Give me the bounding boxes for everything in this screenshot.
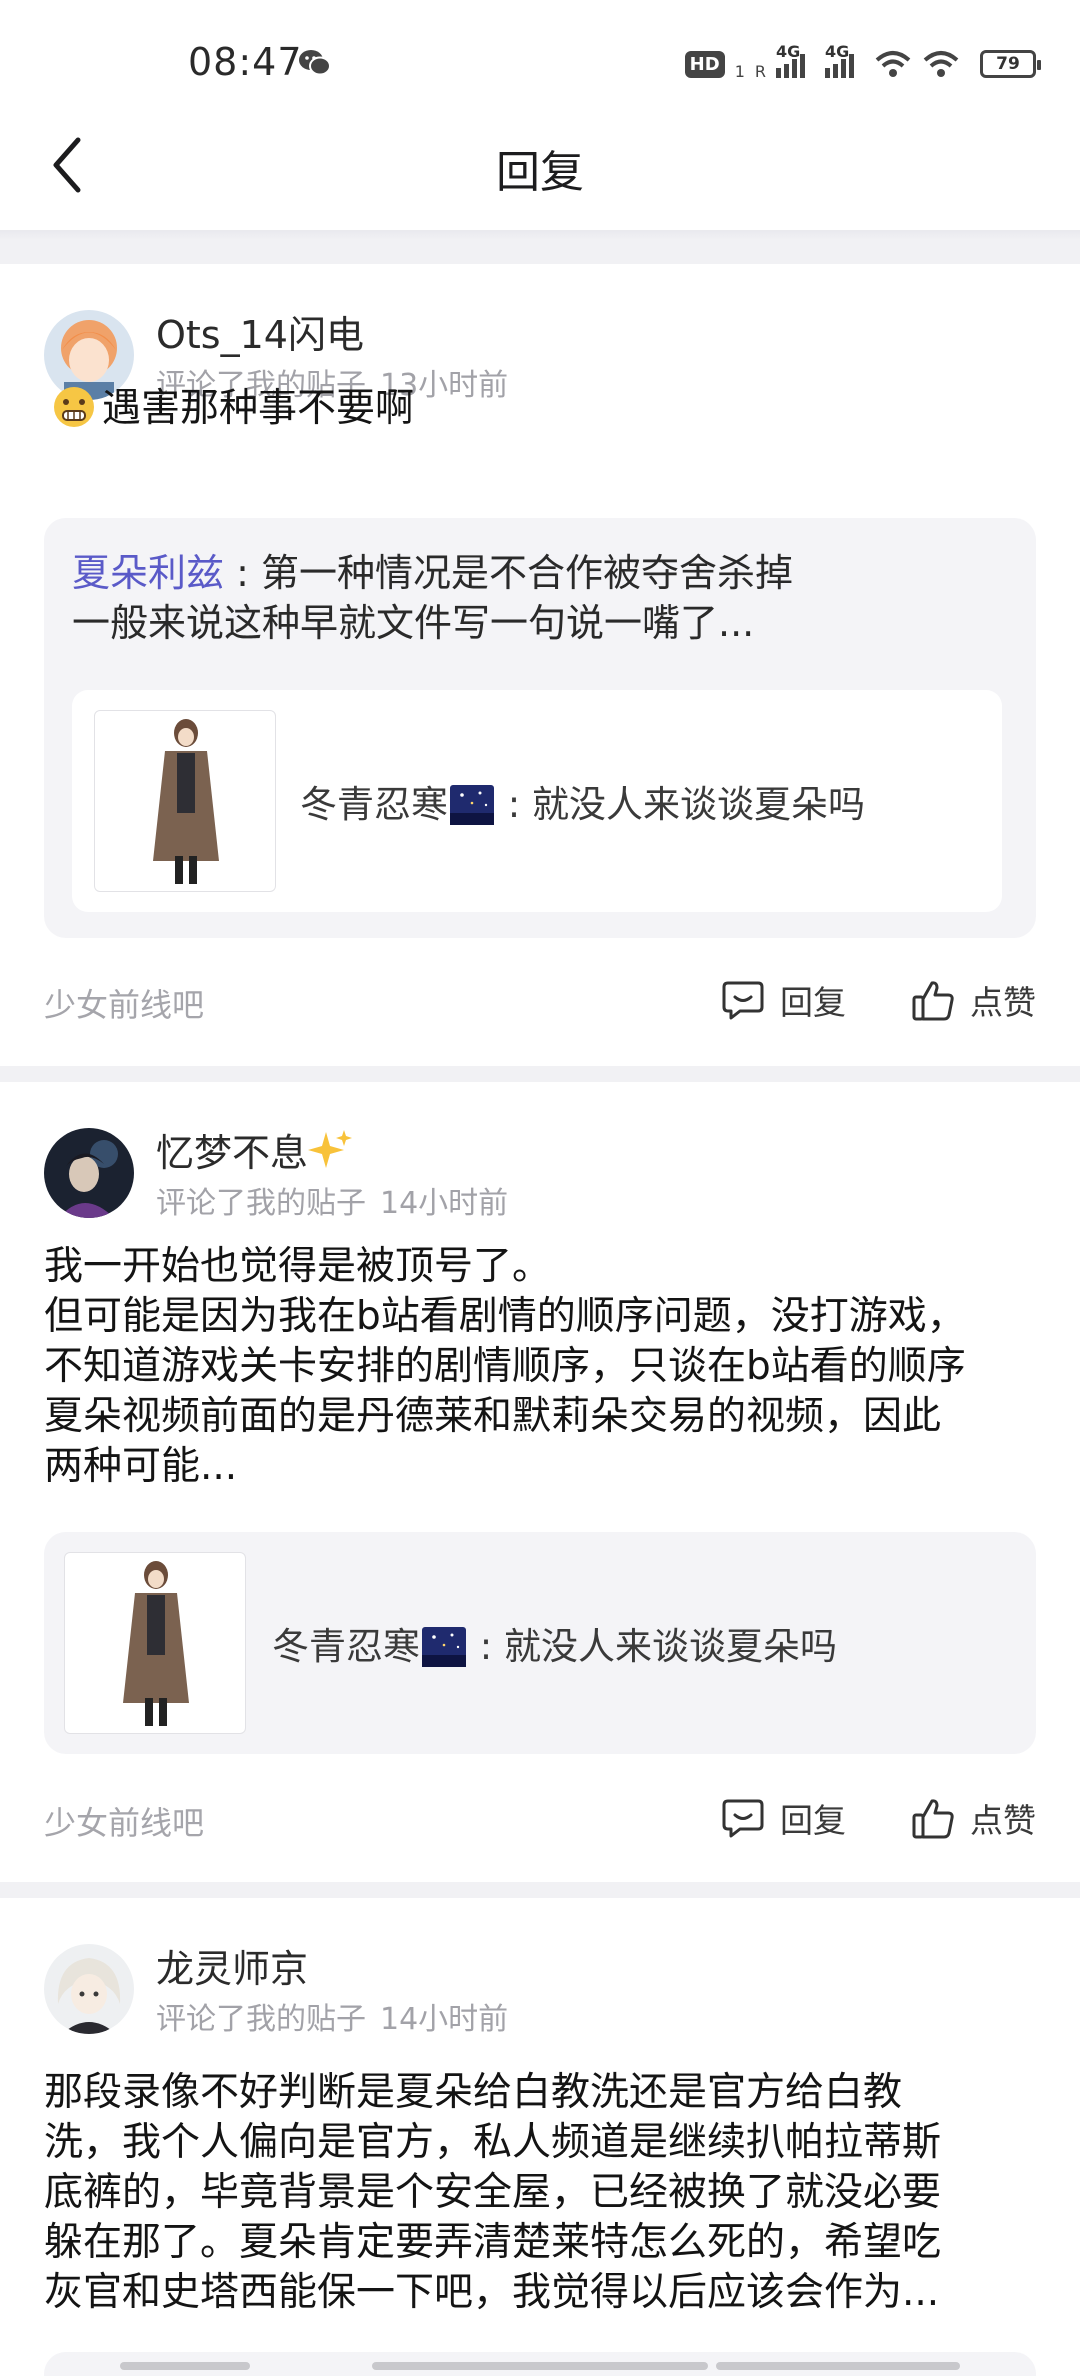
reply-content: 我一开始也觉得是被顶号了。 但可能是因为我在b站看剧情的顺序问题，没打游戏， 不…: [44, 1244, 966, 1489]
username[interactable]: 龙灵师京: [156, 1938, 308, 1993]
scared-face-emoji-icon: [54, 387, 94, 427]
sparkles-emoji-icon: [308, 1130, 353, 1168]
wifi-icon: [875, 51, 911, 77]
avatar[interactable]: [44, 1944, 134, 2034]
starry-night-emoji-icon: [450, 785, 494, 825]
top-nav-bar: 回复: [0, 100, 1080, 230]
thread-thumbnail: [64, 1552, 246, 1734]
hd-voice-icon: HD: [684, 50, 725, 78]
wifi-icon-2: [923, 51, 959, 77]
forum-name[interactable]: 少女前线吧: [44, 980, 204, 1026]
like-button[interactable]: 点赞: [910, 976, 1036, 1024]
status-icons: HD 1 R 4G 4G 79: [684, 42, 1041, 82]
thread-title: 就没人来谈谈夏朵吗: [532, 783, 865, 826]
signal-icon-2: 4G: [825, 42, 854, 78]
signal-icon-1: 4G: [776, 42, 805, 78]
like-button[interactable]: 点赞: [910, 1794, 1036, 1842]
post-meta: 评论了我的贴子 14小时前: [156, 1186, 509, 1221]
page-title: 回复: [496, 147, 584, 198]
image-strip-divider: [372, 2362, 708, 2370]
image-strip-divider: [120, 2362, 250, 2370]
forum-name[interactable]: 少女前线吧: [44, 1798, 204, 1844]
thread-preview[interactable]: 冬青忍寒 : 就没人来谈谈夏朵吗: [72, 690, 1002, 912]
reply-card[interactable]: 龙灵师京 评论了我的贴子 14小时前 那段录像不好判断是夏朵给白教洗还是官方给白教…: [0, 1898, 1080, 2376]
thread-preview[interactable]: 冬青忍寒 : 就没人来谈谈夏朵吗: [44, 1532, 1036, 1754]
nav-divider: [0, 230, 1080, 240]
thread-author: 冬青忍寒: [272, 1625, 420, 1668]
thread-title: 就没人来谈谈夏朵吗: [504, 1625, 837, 1668]
reply-button[interactable]: 回复: [720, 1794, 846, 1842]
thumbs-up-icon: [912, 981, 954, 1021]
comment-icon: [722, 981, 764, 1020]
reply-content: 那段录像不好判断是夏朵给白教洗还是官方给白教 洗，我个人偏向是官方，私人频道是继…: [44, 2070, 942, 2315]
reply-card[interactable]: Ots_14闪电 评论了我的贴子 13小时前 遇害那种事不要啊 夏朵利兹 : 第一…: [0, 264, 1080, 1066]
battery-icon: 79: [980, 50, 1041, 78]
reply-button[interactable]: 回复: [720, 976, 846, 1024]
card-footer: 少女前线吧 回复 点赞: [44, 976, 1036, 1026]
username[interactable]: Ots_14闪电: [156, 304, 364, 359]
quote-author[interactable]: 夏朵利兹: [72, 551, 224, 595]
thread-author: 冬青忍寒: [300, 783, 448, 826]
quoted-comment[interactable]: 夏朵利兹 : 第一种情况是不合作被夺舍杀掉 一般来说这种早就文件写一句说一嘴了.…: [44, 518, 1036, 938]
status-time: 08:47: [188, 40, 303, 84]
card-footer: 少女前线吧 回复 点赞: [44, 1794, 1036, 1844]
comment-icon: [722, 1799, 764, 1838]
thumbs-up-icon: [912, 1799, 954, 1839]
reply-card[interactable]: 忆梦不息 评论了我的贴子 14小时前 我一开始也觉得是被顶号了。 但可能是因为我在…: [0, 1082, 1080, 1882]
avatar[interactable]: [44, 1128, 134, 1218]
starry-night-emoji-icon: [422, 1627, 466, 1667]
username[interactable]: 忆梦不息: [156, 1122, 353, 1177]
image-strip-divider: [716, 2362, 960, 2370]
post-meta: 评论了我的贴子 14小时前: [156, 2002, 509, 2037]
wechat-icon: [299, 50, 331, 76]
thread-thumbnail: [94, 710, 276, 892]
